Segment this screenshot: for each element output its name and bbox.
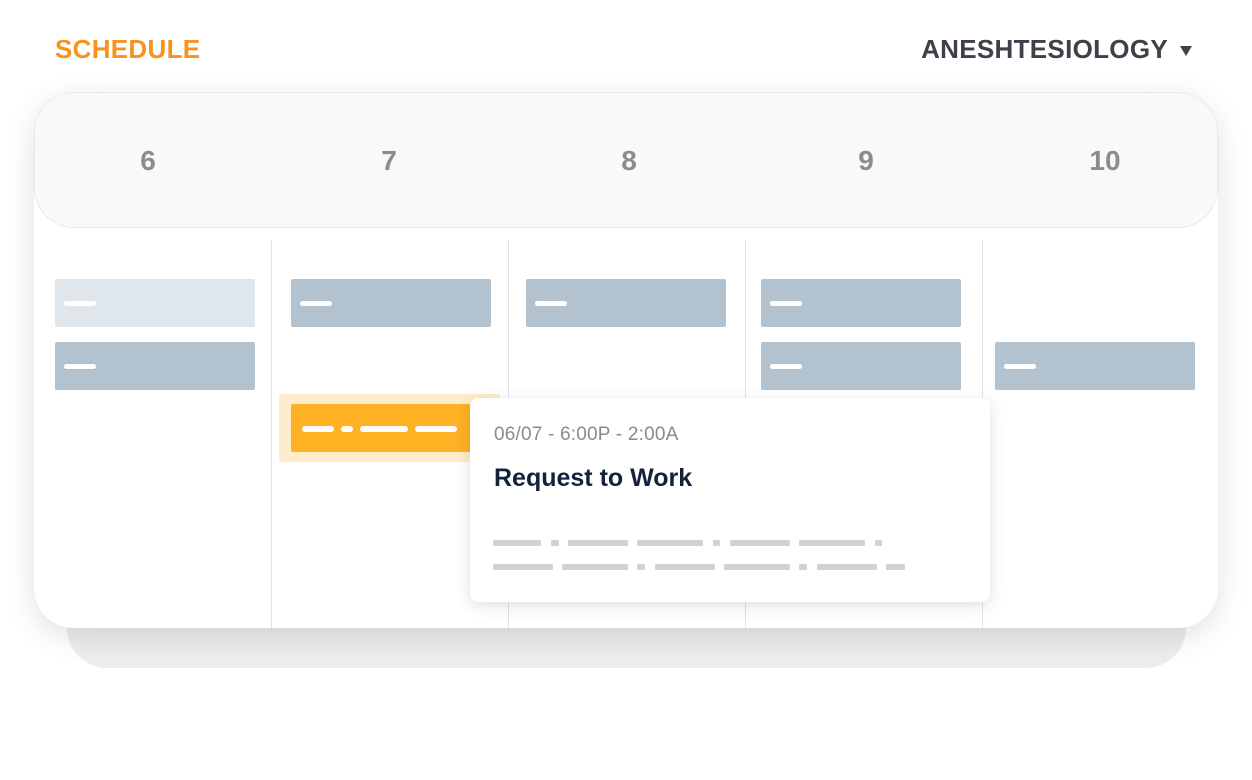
column-divider: [271, 240, 272, 628]
text-placeholder: [817, 564, 877, 570]
text-placeholder: [713, 540, 720, 546]
shift-placeholder: [770, 301, 802, 306]
text-placeholder: [799, 564, 807, 570]
text-placeholder: [799, 540, 865, 546]
text-placeholder: [637, 540, 703, 546]
day-6-label[interactable]: 6: [118, 145, 178, 177]
shift-placeholder: [64, 301, 96, 306]
text-placeholder: [655, 564, 715, 570]
shift-block-day6-1[interactable]: [55, 279, 255, 327]
shift-time-range: 06/07 - 6:00P - 2:00A: [494, 424, 679, 445]
text-placeholder: [724, 564, 790, 570]
text-placeholder: [562, 564, 628, 570]
shift-request-title: Request to Work: [494, 464, 693, 492]
caret-down-icon: [1180, 45, 1192, 56]
text-placeholder: [730, 540, 790, 546]
page-title: SCHEDULE: [55, 34, 201, 64]
shift-block-day7-1[interactable]: [291, 279, 491, 327]
text-placeholder: [493, 564, 553, 570]
shift-placeholder: [302, 426, 334, 432]
shift-placeholder: [770, 364, 802, 369]
shift-placeholder: [415, 426, 457, 432]
shift-block-day10-1[interactable]: [995, 342, 1195, 390]
day-10-label[interactable]: 10: [1075, 145, 1135, 177]
schedule-page: SCHEDULE ANESHTESIOLOGY 6 7 8 9 10 06/07…: [0, 0, 1252, 780]
shift-placeholder: [1004, 364, 1036, 369]
shift-placeholder: [300, 301, 332, 306]
shift-block-day9-2[interactable]: [761, 342, 961, 390]
day-7-label[interactable]: 7: [359, 145, 419, 177]
shift-placeholder: [535, 301, 567, 306]
shift-block-day8-1[interactable]: [526, 279, 726, 327]
day-9-label[interactable]: 9: [836, 145, 896, 177]
text-placeholder: [551, 540, 559, 546]
shift-block-day9-1[interactable]: [761, 279, 961, 327]
text-placeholder: [886, 564, 905, 570]
text-placeholder: [493, 540, 541, 546]
shift-block-day6-2[interactable]: [55, 342, 255, 390]
shift-detail-popover[interactable]: 06/07 - 6:00P - 2:00A Request to Work: [470, 398, 990, 602]
selected-shift-block[interactable]: [291, 404, 499, 452]
day-header-row: 6 7 8 9 10: [34, 92, 1218, 228]
text-placeholder: [875, 540, 882, 546]
department-dropdown[interactable]: ANESHTESIOLOGY: [921, 34, 1192, 65]
text-placeholder: [568, 540, 628, 546]
department-label: ANESHTESIOLOGY: [921, 34, 1168, 64]
shift-placeholder: [64, 364, 96, 369]
shift-placeholder: [341, 426, 353, 432]
text-placeholder: [637, 564, 645, 570]
shift-placeholder: [360, 426, 408, 432]
day-8-label[interactable]: 8: [599, 145, 659, 177]
